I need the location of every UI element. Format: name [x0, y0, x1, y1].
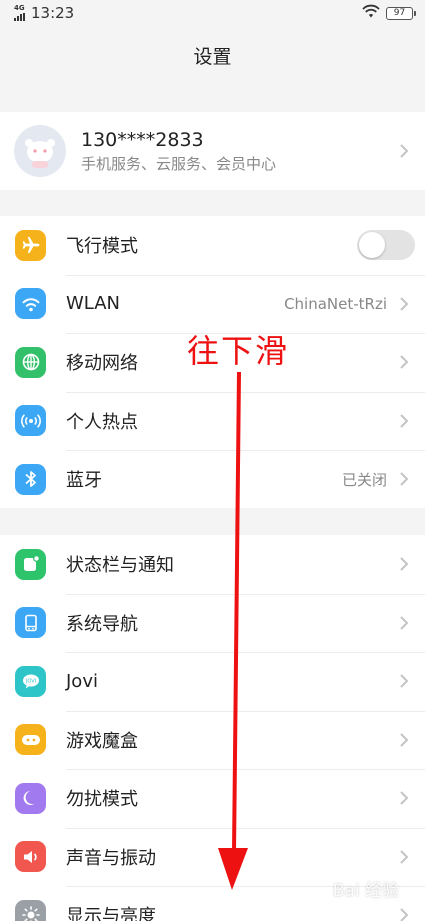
chevron-right-icon — [395, 789, 413, 807]
chevron-right-icon — [395, 295, 413, 313]
setting-label: 蓝牙 — [66, 470, 102, 492]
hotspot-icon — [15, 405, 46, 437]
avatar-icon — [25, 139, 55, 168]
speaker-icon — [15, 841, 46, 873]
status-bar: 4G 13:23 97 — [0, 0, 425, 26]
chevron-right-icon — [395, 614, 413, 632]
navigation-icon — [15, 607, 46, 639]
chevron-right-icon — [395, 555, 413, 573]
airplane-icon — [15, 229, 46, 261]
setting-airplane-mode[interactable]: 飞行模式 — [0, 216, 425, 275]
setting-label: WLAN — [66, 293, 121, 315]
battery-icon: 97 — [386, 6, 416, 20]
wifi-icon — [15, 288, 46, 320]
bluetooth-status: 已关闭 — [341, 470, 387, 489]
page-title-bar: 设置 — [0, 26, 425, 84]
chevron-right-icon — [395, 412, 413, 430]
avatar — [14, 125, 66, 177]
network-type: 4G — [14, 4, 25, 12]
account-phone: 130****2833 — [81, 129, 204, 151]
brightness-icon — [15, 899, 46, 921]
toggle-knob — [359, 232, 385, 259]
setting-wlan[interactable]: WLAN ChinaNet-tRzi — [0, 274, 425, 334]
chevron-right-icon — [395, 470, 413, 488]
swipe-down-annotation: 往下滑 — [187, 332, 290, 370]
svg-text:JOVI: JOVI — [24, 679, 35, 685]
wlan-network-name: ChinaNet-tRzi — [284, 294, 387, 313]
status-time: 13:23 — [31, 4, 75, 22]
chevron-right-icon — [395, 672, 413, 690]
bluetooth-icon — [15, 463, 46, 495]
globe-icon — [15, 346, 46, 378]
jovi-icon: JOVI — [15, 665, 46, 697]
airplane-mode-toggle[interactable] — [357, 230, 415, 261]
page-title: 设置 — [193, 45, 232, 68]
cellular-signal-icon: 4G — [14, 5, 25, 21]
wifi-status-icon — [362, 4, 380, 22]
account-subtitle: 手机服务、云服务、会员中心 — [81, 155, 277, 173]
account-profile-row[interactable]: 130****2833 手机服务、云服务、会员中心 — [0, 112, 425, 190]
chevron-right-icon — [395, 353, 413, 371]
chevron-right-icon — [395, 142, 413, 160]
swipe-down-arrow-icon — [218, 372, 248, 890]
chevron-right-icon — [395, 731, 413, 749]
battery-level: 97 — [393, 8, 406, 18]
watermark-logo: Bai 经验 — [332, 881, 399, 901]
gamepad-icon — [15, 724, 46, 756]
moon-icon — [15, 782, 46, 814]
notification-icon — [15, 548, 46, 580]
chevron-right-icon — [395, 906, 413, 921]
setting-label: 显示与亮度 — [66, 906, 156, 921]
chevron-right-icon — [395, 848, 413, 866]
setting-label: 飞行模式 — [66, 236, 138, 258]
